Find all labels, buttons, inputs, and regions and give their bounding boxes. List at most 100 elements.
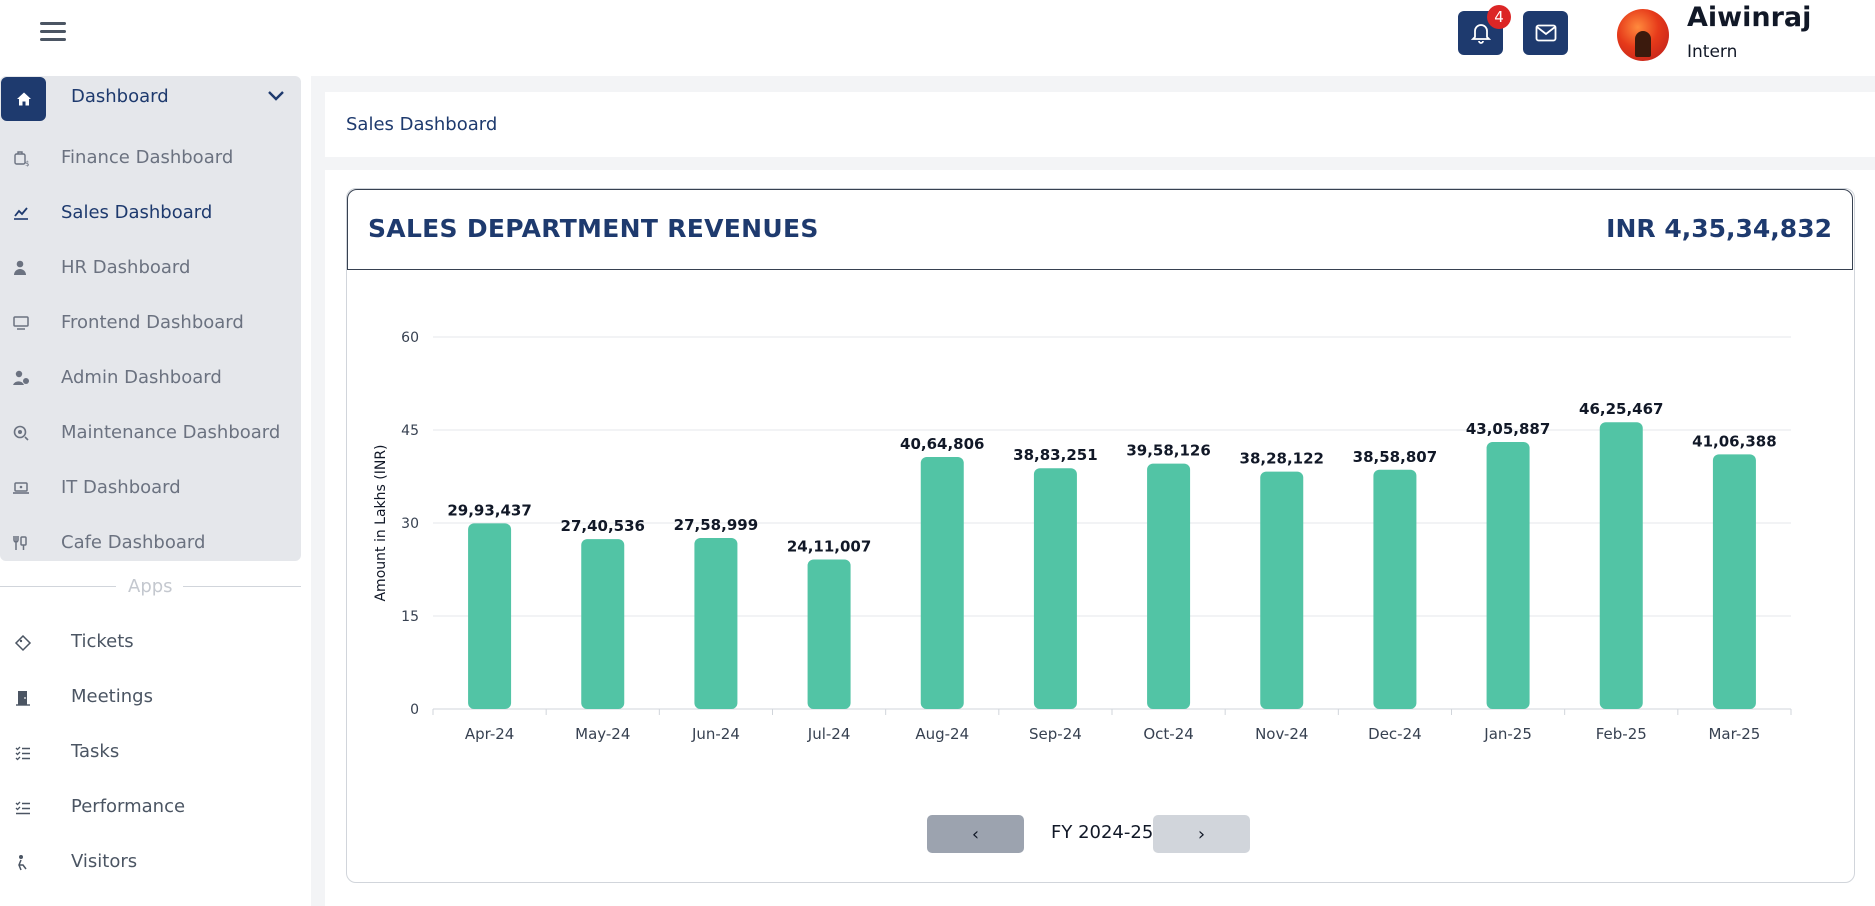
data-label: 24,11,007 xyxy=(787,538,871,556)
y-tick-label: 0 xyxy=(410,702,419,718)
notification-badge: 4 xyxy=(1487,5,1511,29)
sidebar-item-label: Maintenance Dashboard xyxy=(61,422,281,443)
finance-icon: $ xyxy=(14,151,29,167)
data-label: 41,06,388 xyxy=(1692,432,1776,450)
data-label: 27,58,999 xyxy=(674,516,758,534)
sidebar-item-label: Cafe Dashboard xyxy=(61,532,206,553)
app-item-label: Tasks xyxy=(71,741,120,762)
home-icon xyxy=(16,92,31,106)
apps-divider: Apps xyxy=(0,576,301,597)
sidebar: Dashboard $ Finance Dashboard Sales Dashbo… xyxy=(0,66,310,906)
sidebar-item-cafe-dashboard[interactable]: Cafe Dashboard xyxy=(0,523,301,563)
bar-oct-24 xyxy=(1147,463,1191,709)
gear-icon xyxy=(13,425,29,441)
bar-may-24 xyxy=(581,539,625,709)
data-label: 39,58,126 xyxy=(1126,442,1210,460)
dashboard-group: Dashboard $ Finance Dashboard Sales Dashbo… xyxy=(0,76,301,561)
revenue-bar-chart: 0 15 30 45 60 Amount in Lakhs (INR) 29,93,437 A… xyxy=(373,330,1792,743)
next-year-button[interactable]: › xyxy=(1153,815,1250,853)
sidebar-item-label: Admin Dashboard xyxy=(61,367,222,388)
door-icon xyxy=(16,691,30,706)
main-content: Sales Dashboard SALES DEPARTMENT REVENUE… xyxy=(311,76,1875,906)
data-label: 38,28,122 xyxy=(1240,450,1324,468)
x-tick-label: Nov-24 xyxy=(1255,725,1308,743)
messages-button[interactable] xyxy=(1523,11,1568,55)
page-title: Sales Dashboard xyxy=(346,114,498,135)
bar-dec-24 xyxy=(1373,469,1417,709)
bar-jul-24 xyxy=(807,559,851,709)
bar-mar-25 xyxy=(1712,454,1756,709)
user-role: Intern xyxy=(1687,42,1738,62)
bar-apr-24 xyxy=(468,523,512,709)
sidebar-item-sales-dashboard[interactable]: Sales Dashboard xyxy=(0,193,301,233)
avatar[interactable] xyxy=(1617,9,1669,61)
sidebar-item-label: Frontend Dashboard xyxy=(61,312,244,333)
revenue-card: SALES DEPARTMENT REVENUES INR 4,35,34,83… xyxy=(346,188,1855,883)
x-tick-label: Apr-24 xyxy=(465,725,515,743)
sidebar-item-admin-dashboard[interactable]: Admin Dashboard xyxy=(0,358,301,398)
data-label: 46,25,467 xyxy=(1579,400,1663,418)
bar-sep-24 xyxy=(1033,468,1077,709)
x-tick-label: Jan-25 xyxy=(1483,725,1532,743)
breadcrumb: Sales Dashboard xyxy=(325,92,1875,157)
x-tick-label: Mar-25 xyxy=(1708,725,1760,743)
sidebar-item-frontend-dashboard[interactable]: Frontend Dashboard xyxy=(0,303,301,343)
app-item-meetings[interactable]: Meetings xyxy=(0,678,301,718)
app-item-tickets[interactable]: Tickets xyxy=(0,623,301,663)
dashboard-group-title: Dashboard xyxy=(71,86,169,107)
performance-icon xyxy=(15,801,30,815)
monitor-icon xyxy=(13,316,29,330)
ticket-icon xyxy=(14,634,32,652)
sidebar-item-label: HR Dashboard xyxy=(61,257,191,278)
user-name: Aiwinraj xyxy=(1687,2,1812,33)
visitor-icon xyxy=(18,855,27,871)
app-item-label: Meetings xyxy=(71,686,153,707)
sidebar-item-label: Sales Dashboard xyxy=(61,202,213,223)
top-bar: 4 Aiwinraj Intern xyxy=(0,0,1875,66)
svg-text:$: $ xyxy=(25,160,29,167)
menu-toggle-icon[interactable] xyxy=(40,22,66,42)
bar-feb-25 xyxy=(1599,422,1643,709)
y-axis-label: Amount in Lakhs (INR) xyxy=(373,444,389,601)
chevron-down-icon[interactable] xyxy=(266,88,286,102)
bell-icon xyxy=(1470,24,1491,44)
y-tick-label: 45 xyxy=(401,423,419,439)
app-item-label: Performance xyxy=(71,796,186,817)
prev-year-button[interactable]: ‹ xyxy=(927,815,1024,853)
x-tick-label: Aug-24 xyxy=(915,725,969,743)
y-tick-label: 60 xyxy=(401,330,419,346)
x-tick-label: Feb-25 xyxy=(1596,725,1647,743)
x-tick-label: May-24 xyxy=(575,725,630,743)
x-tick-label: Oct-24 xyxy=(1143,725,1193,743)
dashboard-group-header[interactable]: Dashboard xyxy=(0,76,301,121)
data-label: 38,58,807 xyxy=(1353,448,1437,466)
sidebar-item-maintenance-dashboard[interactable]: Maintenance Dashboard xyxy=(0,413,301,453)
x-tick-label: Jun-24 xyxy=(691,725,740,743)
app-item-performance[interactable]: Performance xyxy=(0,788,301,828)
chart-line-icon xyxy=(14,207,28,220)
sidebar-item-it-dashboard[interactable]: IT Dashboard xyxy=(0,468,301,508)
y-tick-label: 15 xyxy=(401,609,419,625)
sidebar-item-hr-dashboard[interactable]: HR Dashboard xyxy=(0,248,301,288)
admin-icon xyxy=(13,370,29,385)
app-item-tasks[interactable]: Tasks xyxy=(0,733,301,773)
bar-nov-24 xyxy=(1260,471,1304,709)
x-tick-label: Jul-24 xyxy=(807,725,851,743)
sidebar-item-label: Finance Dashboard xyxy=(61,147,234,168)
y-tick-label: 30 xyxy=(401,516,419,532)
app-item-label: Visitors xyxy=(71,851,138,872)
bar-jan-25 xyxy=(1486,442,1530,709)
cafe-icon xyxy=(13,536,27,550)
data-label: 29,93,437 xyxy=(447,501,531,519)
home-icon-box xyxy=(1,77,46,121)
bar-jun-24 xyxy=(694,537,738,709)
mail-icon xyxy=(1535,24,1556,42)
app-item-visitors[interactable]: Visitors xyxy=(0,843,301,883)
x-tick-label: Dec-24 xyxy=(1368,725,1422,743)
laptop-icon xyxy=(13,482,29,494)
fiscal-year-label: FY 2024-25 xyxy=(1051,822,1154,843)
app-item-label: Tickets xyxy=(71,631,134,652)
sidebar-item-finance-dashboard[interactable]: $ Finance Dashboard xyxy=(0,138,301,178)
data-label: 40,64,806 xyxy=(900,435,984,453)
sidebar-item-label: IT Dashboard xyxy=(61,477,181,498)
